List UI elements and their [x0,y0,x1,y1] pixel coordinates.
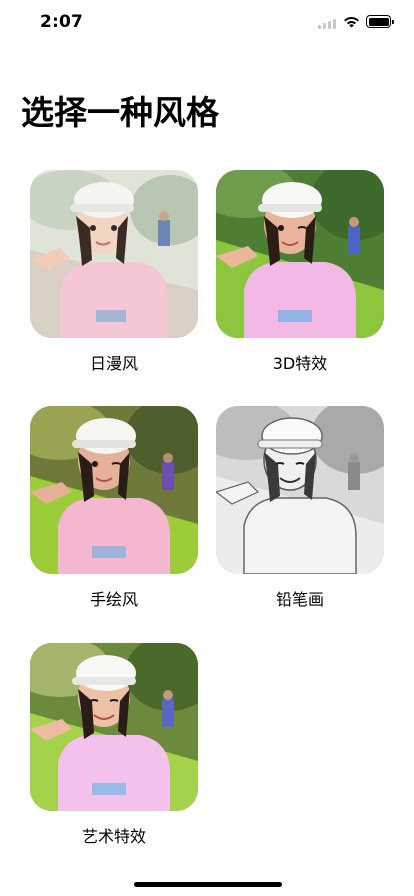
style-card-hand-drawn[interactable]: 手绘风 [30,406,198,611]
page-title: 选择一种风格 [21,93,219,132]
status-time: 2:07 [40,12,84,32]
status-bar: 2:07 [0,0,414,44]
style-thumbnail[interactable] [30,170,198,338]
cellular-signal-icon [318,19,336,29]
wifi-icon [344,17,359,28]
style-label: 铅笔画 [275,590,324,609]
style-card-anime[interactable]: 日漫风 [30,170,198,375]
style-card-art[interactable]: 艺术特效 [30,643,198,848]
hand-drawn-style-photo [30,406,198,574]
pencil-sketch-photo [216,406,384,574]
home-indicator[interactable] [134,882,282,887]
style-card-3d[interactable]: 3D特效 [216,170,384,375]
3d-effect-photo [216,170,384,338]
style-label: 艺术特效 [81,827,146,846]
style-thumbnail[interactable] [30,406,198,574]
anime-style-photo [30,170,198,338]
style-label: 手绘风 [89,590,138,609]
style-label: 3D特效 [272,354,328,373]
style-thumbnail[interactable] [30,643,198,811]
style-thumbnail[interactable] [216,406,384,574]
style-thumbnail[interactable] [216,170,384,338]
style-label: 日漫风 [89,354,138,373]
battery-icon [366,15,394,28]
art-effect-photo [30,643,198,811]
style-card-pencil[interactable]: 铅笔画 [216,406,384,611]
